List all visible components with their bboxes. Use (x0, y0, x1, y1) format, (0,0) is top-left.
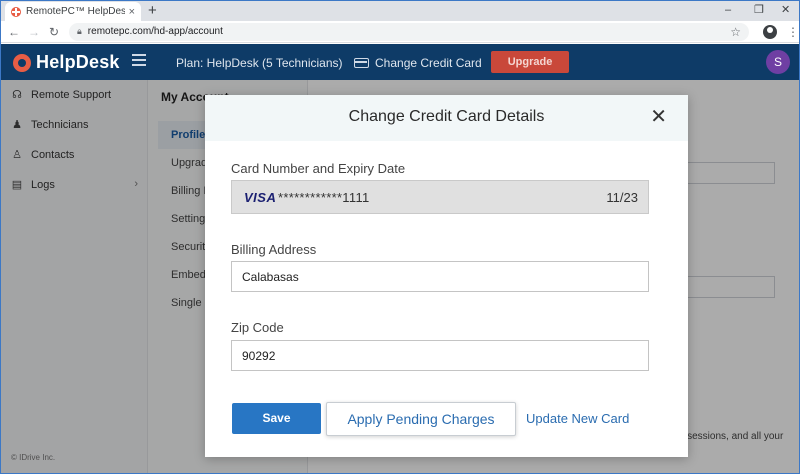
tab-bar: RemotePC™ HelpDesk - my accou × + – ❐ ✕ (1, 1, 799, 21)
new-tab-button[interactable]: + (148, 2, 157, 20)
browser-menu-icon[interactable]: ⋮ (787, 25, 799, 39)
billing-address-label: Billing Address (231, 242, 317, 257)
zip-code-input[interactable] (231, 340, 649, 371)
apply-pending-charges-button[interactable]: Apply Pending Charges (326, 402, 516, 436)
back-icon[interactable]: ← (7, 25, 21, 39)
reload-icon[interactable]: ↻ (47, 25, 61, 39)
change-card-modal: Change Credit Card Details ✕ Card Number… (205, 95, 688, 457)
url-text: remotepc.com/hd-app/account (87, 26, 223, 37)
hamburger-menu-icon[interactable] (132, 54, 146, 66)
remotepc-favicon-icon (11, 6, 21, 17)
tab-title: RemotePC™ HelpDesk - my accou (26, 6, 125, 17)
billing-address-input[interactable] (231, 261, 649, 292)
update-new-card-link[interactable]: Update New Card (526, 411, 629, 426)
browser-window: RemotePC™ HelpDesk - my accou × + – ❐ ✕ … (0, 0, 800, 474)
save-button[interactable]: Save (232, 403, 321, 434)
url-field[interactable]: 🔒︎ remotepc.com/hd-app/account ☆ (69, 22, 749, 41)
card-number-value: ************1111 (278, 190, 370, 205)
bookmark-star-icon[interactable]: ☆ (730, 25, 741, 39)
upgrade-button[interactable]: Upgrade (491, 51, 569, 73)
modal-title: Change Credit Card Details (348, 108, 545, 125)
close-icon[interactable]: ✕ (650, 107, 667, 127)
tab-close-icon[interactable]: × (129, 6, 135, 18)
change-credit-card-label: Change Credit Card (375, 56, 482, 70)
browser-profile-icon[interactable] (763, 24, 777, 39)
zip-code-label: Zip Code (231, 320, 284, 335)
address-bar: ← → ↻ 🔒︎ remotepc.com/hd-app/account ☆ ⋮ (1, 21, 799, 43)
lock-icon: 🔒︎ (77, 26, 82, 36)
maximize-button[interactable]: ❐ (754, 3, 764, 17)
card-expiry-value: 11/23 (606, 190, 638, 205)
credit-card-icon (354, 58, 369, 68)
plan-label: Plan: HelpDesk (5 Technicians) (176, 56, 343, 70)
card-number-label: Card Number and Expiry Date (231, 161, 406, 176)
browser-tab[interactable]: RemotePC™ HelpDesk - my accou × (5, 2, 141, 21)
card-number-field: VISA ************1111 11/23 (231, 180, 649, 214)
minimize-button[interactable]: – (725, 3, 731, 17)
logo-text: HelpDesk (36, 52, 120, 72)
window-close-button[interactable]: ✕ (781, 3, 790, 17)
logo-mark-icon (13, 53, 31, 72)
visa-logo-icon: VISA (244, 190, 277, 205)
user-avatar[interactable]: S (766, 50, 790, 74)
change-credit-card-link[interactable]: Change Credit Card (354, 56, 482, 70)
modal-header: Change Credit Card Details ✕ (205, 95, 688, 141)
app-header: HelpDesk Plan: HelpDesk (5 Technicians) … (1, 44, 799, 80)
helpdesk-logo[interactable]: HelpDesk (13, 52, 120, 73)
forward-icon[interactable]: → (27, 25, 41, 39)
